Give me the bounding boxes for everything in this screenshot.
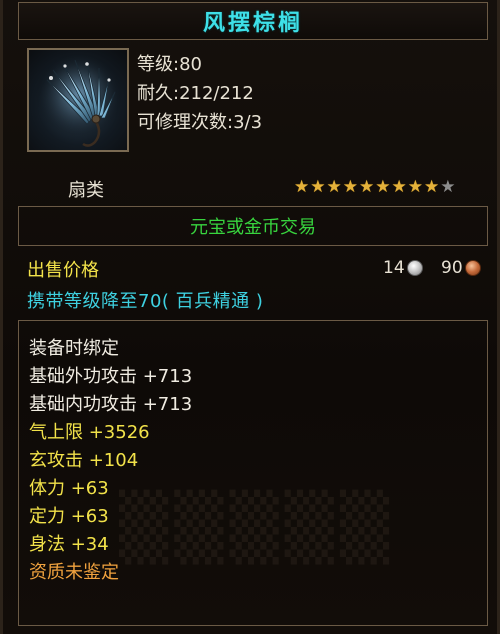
attribute-list: 装备时绑定基础外功攻击 +713 基础内功攻击 +713 气上限 +3526 玄攻击 … [29,335,192,587]
star-filled-icon: ★ [310,177,326,197]
attribute-line: 定力 +63 [29,506,109,527]
attribute-line: 装备时绑定 [29,338,119,359]
silver-price: 14 [383,258,423,278]
item-repair-count: 可修理次数:3/3 [137,112,263,133]
item-tooltip: 风摆棕榈 等级:80 耐久:212/212 可修理次数:3/3 扇类 ★ ★ ★… [0,0,500,634]
attribute-line: 玄攻击 +104 [29,450,139,471]
attribute-line: 气上限 +3526 [29,422,150,443]
trade-method: 元宝或金币交易 [190,217,316,238]
trade-bar: 元宝或金币交易 [18,206,488,246]
title-bar: 风摆棕榈 [18,2,488,40]
attribute-panel: ▒▒▒▒▒ 装备时绑定 基础外功攻击 +713 基础内功攻击 +713 气上限 +35… [18,320,488,626]
copper-amount: 90 [441,258,463,278]
attribute-line: 身法 +34 [29,534,109,555]
fan-weapon-icon[interactable] [27,48,129,152]
star-filled-icon: ★ [326,177,342,197]
star-filled-icon: ★ [424,177,440,197]
item-durability: 耐久:212/212 [137,83,254,104]
item-name: 风摆棕榈 [202,10,303,36]
copper-price: 90 [441,258,481,278]
star-filled-icon: ★ [342,177,358,197]
star-filled-icon: ★ [375,177,391,197]
attribute-line: 体力 +63 [29,478,109,499]
star-rating: ★ ★ ★ ★ ★ ★ ★ ★ ★ ★ [294,177,456,197]
sale-price-label: 出售价格 [27,260,99,281]
star-filled-icon: ★ [359,177,375,197]
item-level: 等级:80 [137,54,202,75]
attribute-line: 基础内功攻击 +713 [29,394,193,415]
level-reduce-text: 携带等级降至70( 百兵精通 ) [27,291,264,312]
silver-amount: 14 [383,258,405,278]
star-filled-icon: ★ [294,177,310,197]
type-row: 扇类 ★ ★ ★ ★ ★ ★ ★ ★ ★ ★ [18,174,488,202]
attribute-line: 基础外功攻击 +713 [29,366,193,387]
copper-coin-icon [464,260,481,276]
sale-price-row: 出售价格 14 90 [27,256,487,282]
star-empty-icon: ★ [440,177,456,197]
item-stats: 等级:80 耐久:212/212 可修理次数:3/3 [137,50,262,137]
item-type: 扇类 [68,180,104,201]
star-filled-icon: ★ [407,177,423,197]
attribute-line: 资质未鉴定 [29,562,119,583]
silver-coin-icon [406,260,423,276]
star-filled-icon: ★ [391,177,407,197]
